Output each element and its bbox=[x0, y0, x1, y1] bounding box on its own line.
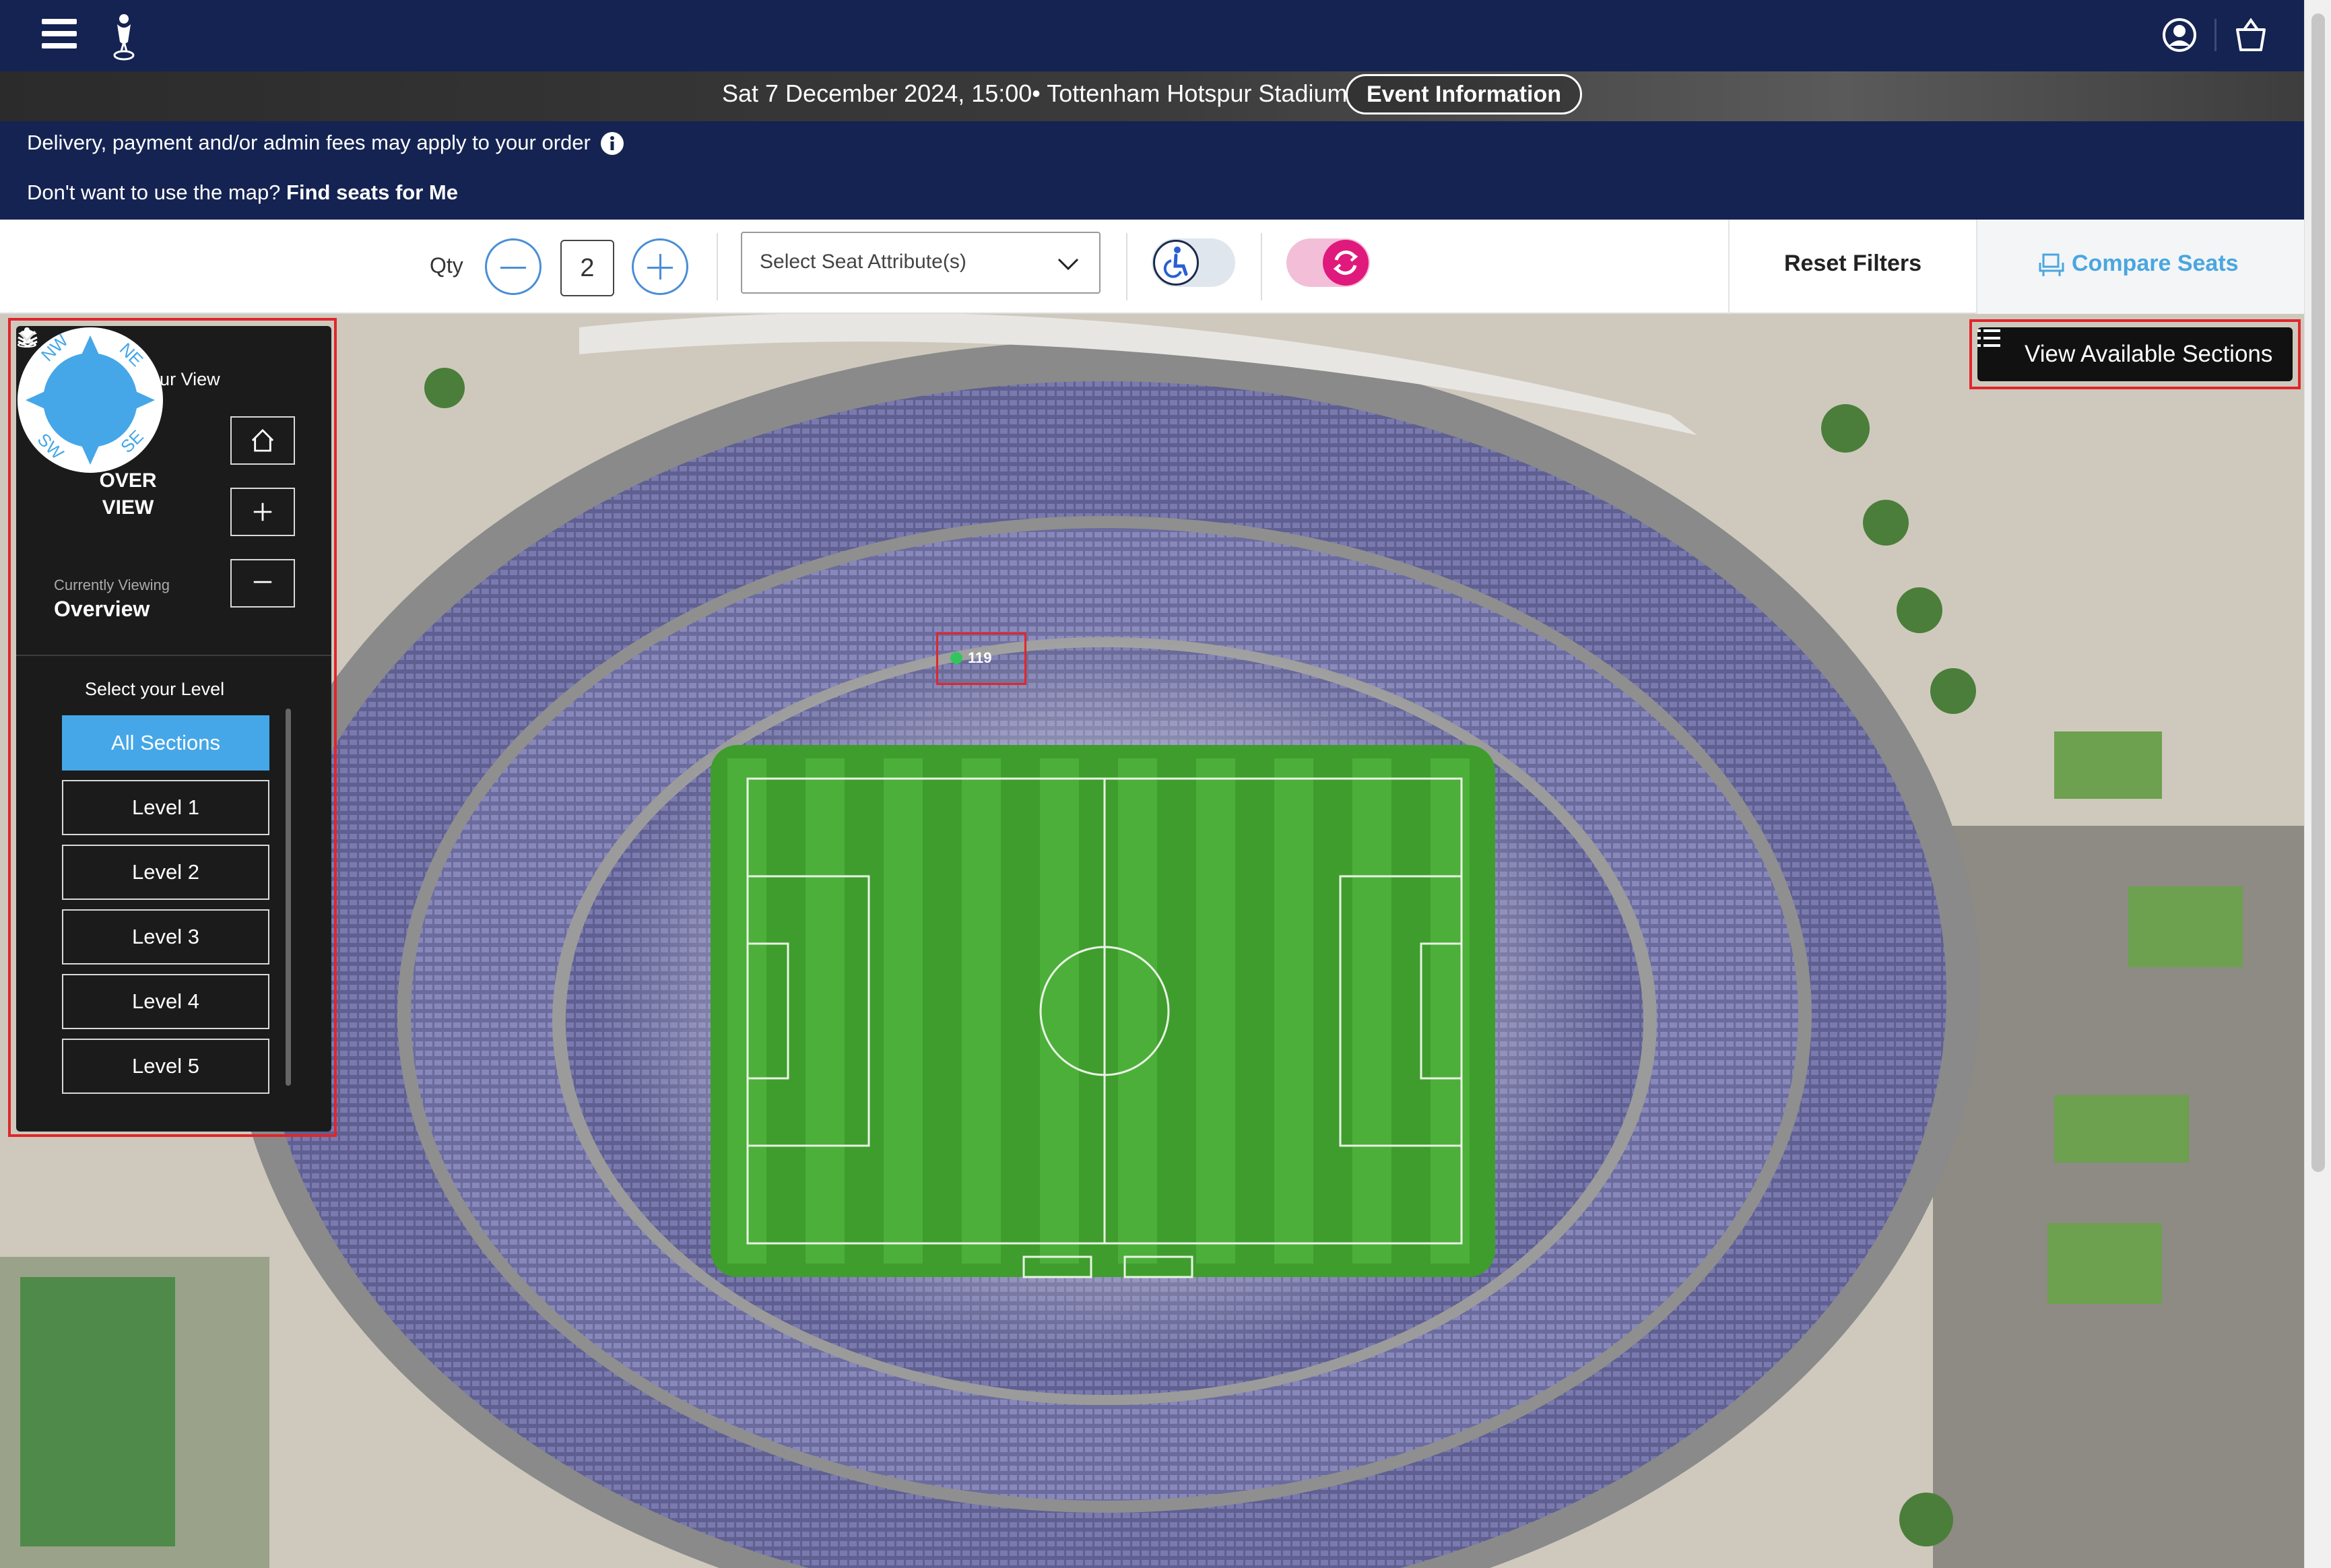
zoom-in-button[interactable] bbox=[230, 488, 295, 536]
plus-icon bbox=[253, 502, 272, 521]
filter-divider bbox=[717, 233, 718, 300]
section-marker-119[interactable]: 119 bbox=[936, 632, 1026, 685]
pitch-stripe bbox=[1352, 758, 1391, 1264]
level-list-scrollbar[interactable] bbox=[286, 709, 291, 1086]
compare-seats-label: Compare Seats bbox=[2072, 251, 2239, 276]
compare-seats-button[interactable]: Compare Seats bbox=[1976, 220, 2304, 314]
view-available-sections-highlight: View Available Sections bbox=[1969, 319, 2301, 389]
qty-label: Qty bbox=[430, 253, 463, 277]
stadium-map[interactable]: 119 View Available Sections Select your … bbox=[0, 314, 2304, 1568]
info-icon[interactable] bbox=[599, 131, 625, 156]
currently-viewing-label: Currently Viewing bbox=[54, 577, 170, 593]
pitch-stripe bbox=[1040, 758, 1079, 1264]
compass-center-label[interactable]: OVER VIEW bbox=[54, 467, 202, 521]
page-scrollbar[interactable] bbox=[2304, 0, 2331, 1568]
event-information-button[interactable]: Event Information bbox=[1346, 74, 1583, 115]
level-1-button[interactable]: Level 1 bbox=[62, 780, 269, 835]
view-available-sections-label: View Available Sections bbox=[2025, 341, 2273, 367]
page-scrollbar-thumb[interactable] bbox=[2311, 13, 2325, 1172]
qty-input[interactable]: 2 bbox=[560, 240, 614, 296]
account-icon[interactable] bbox=[2162, 18, 2197, 53]
top-navigation bbox=[0, 0, 2304, 71]
seat-icon bbox=[2039, 253, 2064, 276]
wheelchair-icon bbox=[1163, 247, 1188, 278]
refresh-toggle[interactable] bbox=[1286, 238, 1370, 287]
zoom-out-button[interactable] bbox=[230, 559, 295, 608]
fees-notice: Delivery, payment and/or admin fees may … bbox=[27, 131, 591, 154]
level-all-sections[interactable]: All Sections bbox=[62, 715, 269, 771]
stadium-map-image[interactable] bbox=[0, 314, 2304, 1568]
map-question-text: Don't want to use the map? bbox=[27, 181, 281, 204]
hamburger-menu-icon[interactable] bbox=[42, 19, 77, 51]
level-4-button[interactable]: Level 4 bbox=[62, 974, 269, 1029]
seat-attribute-dropdown[interactable]: Select Seat Attribute(s) bbox=[741, 232, 1101, 294]
filter-divider bbox=[1126, 233, 1127, 300]
find-seats-for-me-link[interactable]: Find seats for Me bbox=[286, 181, 458, 204]
qty-increase-button[interactable] bbox=[632, 238, 688, 295]
level-5-button[interactable]: Level 5 bbox=[62, 1039, 269, 1094]
level-2-button[interactable]: Level 2 bbox=[62, 845, 269, 900]
pitch-stripe bbox=[1274, 758, 1313, 1264]
compass-center-line1: OVER bbox=[99, 469, 157, 492]
home-view-button[interactable] bbox=[230, 416, 295, 465]
pitch-stripe bbox=[1431, 758, 1470, 1264]
info-band: Delivery, payment and/or admin fees may … bbox=[0, 121, 2304, 220]
club-crest-icon[interactable] bbox=[108, 11, 140, 62]
currently-viewing-value: Overview bbox=[54, 597, 150, 621]
level-3-button[interactable]: Level 3 bbox=[62, 909, 269, 965]
compass-center-line2: VIEW bbox=[102, 496, 154, 519]
qty-decrease-button[interactable] bbox=[485, 238, 541, 295]
toggle-knob bbox=[1323, 240, 1369, 286]
chevron-down-icon[interactable] bbox=[16, 326, 38, 348]
toggle-knob bbox=[1153, 240, 1199, 286]
section-marker-label: 119 bbox=[968, 649, 992, 666]
view-available-sections-button[interactable]: View Available Sections bbox=[1977, 327, 2293, 381]
pitch-stripe bbox=[806, 758, 845, 1264]
pitch-stripe bbox=[1196, 758, 1235, 1264]
nav-divider bbox=[2214, 19, 2217, 51]
basket-icon[interactable] bbox=[2232, 16, 2270, 54]
event-date-venue: Sat 7 December 2024, 15:00• Tottenham Ho… bbox=[722, 79, 1348, 107]
filter-bar: Qty 2 Select Seat Attribute(s) Reset Fil… bbox=[0, 220, 2304, 314]
minus-icon bbox=[253, 581, 272, 583]
pitch-stripe bbox=[884, 758, 923, 1264]
accessibility-toggle[interactable] bbox=[1152, 238, 1235, 287]
reset-filters-area: Reset Filters bbox=[1728, 220, 1976, 314]
select-level-heading: Select your Level bbox=[85, 679, 225, 699]
event-strip: Sat 7 December 2024, 15:00• Tottenham Ho… bbox=[0, 71, 2304, 121]
available-dot bbox=[950, 652, 962, 664]
pitch-stripe bbox=[1118, 758, 1157, 1264]
pitch-stripe bbox=[962, 758, 1001, 1264]
panel-divider bbox=[16, 655, 331, 656]
reset-filters-button[interactable]: Reset Filters bbox=[1730, 251, 1976, 277]
home-icon bbox=[251, 428, 274, 452]
filter-divider bbox=[1261, 233, 1262, 300]
list-icon bbox=[1977, 329, 2000, 347]
map-question: Don't want to use the map? Find seats fo… bbox=[27, 181, 458, 205]
seat-attribute-placeholder: Select Seat Attribute(s) bbox=[760, 251, 966, 273]
chevron-down-icon bbox=[1057, 258, 1079, 271]
view-level-panel: Select your View NW NE SW SE OVER VIEW bbox=[16, 326, 331, 1132]
refresh-icon bbox=[1333, 250, 1358, 275]
